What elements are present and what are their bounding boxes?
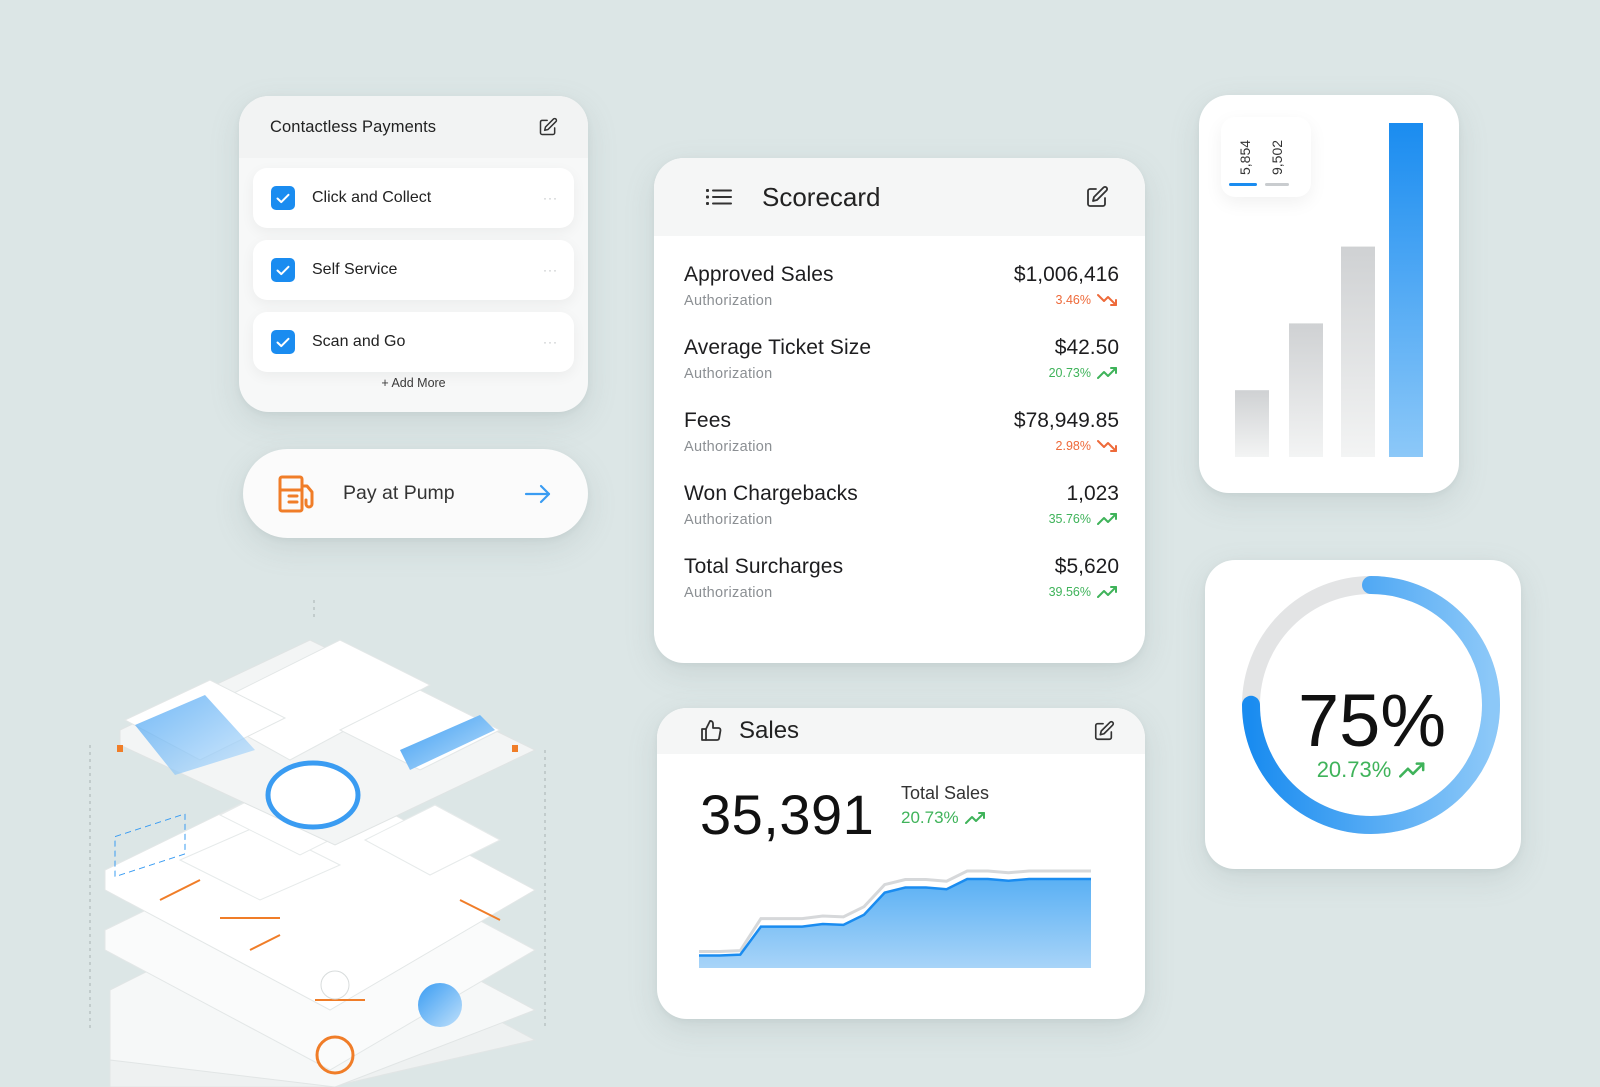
sales-title: Sales xyxy=(739,717,800,744)
metric-value: 1,023 xyxy=(1066,482,1119,505)
metric-subtitle: Authorization xyxy=(684,585,773,601)
metric-value: $78,949.85 xyxy=(1013,409,1119,432)
edit-icon[interactable] xyxy=(1093,720,1115,742)
trend-up-icon xyxy=(1097,513,1117,525)
trend-up-icon xyxy=(1097,586,1117,598)
scorecard-row[interactable]: Won Chargebacks Authorization 1,023 35.76% xyxy=(684,482,1119,555)
list-icon[interactable] xyxy=(706,187,732,207)
scorecard-row-left: Average Ticket Size Authorization xyxy=(684,336,871,409)
option-label: Click and Collect xyxy=(312,189,432,206)
metric-change-value: 2.98% xyxy=(1055,439,1091,453)
total-sales-label: Total Sales xyxy=(901,783,990,803)
contactless-header: Contactless Payments xyxy=(239,96,588,158)
bar-3 xyxy=(1341,246,1375,457)
checkbox-checked[interactable] xyxy=(271,258,295,282)
sales-change-value: 20.73% xyxy=(901,808,959,827)
sales-area-chart xyxy=(699,869,1091,968)
bar-4 xyxy=(1389,123,1423,457)
scorecard-row-left: Fees Authorization xyxy=(684,409,773,482)
arrow-right-icon[interactable] xyxy=(524,484,552,504)
metric-value: $1,006,416 xyxy=(1013,263,1119,286)
scorecard-row-right: $1,006,416 3.46% xyxy=(1014,263,1119,336)
fuel-pump-icon xyxy=(278,475,314,512)
metric-name: Won Chargebacks xyxy=(684,482,858,505)
option-label: Scan and Go xyxy=(312,333,406,350)
checkbox-checked[interactable] xyxy=(271,330,295,354)
thumbs-up-icon xyxy=(701,720,722,741)
bar-chart xyxy=(1235,123,1423,457)
metric-value: $42.50 xyxy=(1054,336,1119,359)
gauge-change: 20.73% xyxy=(1205,757,1521,783)
metric-change: 20.73% xyxy=(1049,366,1119,380)
trend-up-icon xyxy=(1399,762,1425,778)
edit-icon[interactable] xyxy=(538,117,558,137)
metric-subtitle: Authorization xyxy=(684,512,773,528)
metric-subtitle: Authorization xyxy=(684,293,773,309)
scorecard-row-left: Won Chargebacks Authorization xyxy=(684,482,858,555)
metric-change-value: 35.76% xyxy=(1048,512,1091,526)
scorecard-header: Scorecard xyxy=(654,158,1145,236)
isometric-layers-illustration xyxy=(89,600,546,1087)
checkbox-checked[interactable] xyxy=(271,186,295,210)
metric-name: Total Surcharges xyxy=(684,555,844,578)
scorecard-row-right: $5,620 39.56% xyxy=(1049,555,1119,628)
scorecard-row-left: Total Surcharges Authorization xyxy=(684,555,843,628)
add-more-link[interactable]: + Add More xyxy=(253,376,574,390)
scorecard-row[interactable]: Approved Sales Authorization $1,006,416 3.4… xyxy=(684,263,1119,336)
bar-1 xyxy=(1235,390,1269,457)
more-options-icon[interactable]: ··· xyxy=(543,191,558,205)
trend-up-icon xyxy=(1097,367,1117,379)
trend-up-icon xyxy=(964,812,985,824)
sales-card: Sales 35,391 Total Sales 20.73% xyxy=(657,708,1145,1019)
metric-change-value: 39.56% xyxy=(1048,585,1091,599)
more-options-icon[interactable]: ··· xyxy=(543,335,558,349)
metric-change: 39.56% xyxy=(1049,585,1119,599)
scorecard-row[interactable]: Average Ticket Size Authorization $42.50 20… xyxy=(684,336,1119,409)
contactless-payments-card: Contactless Payments Click and Collect ·… xyxy=(239,96,588,412)
scorecard-row-right: $42.50 20.73% xyxy=(1049,336,1119,409)
metric-change-value: 3.46% xyxy=(1055,293,1091,307)
scorecard-card: Scorecard Approved Sales Authorization $1,… xyxy=(654,158,1145,663)
sales-header: Sales xyxy=(657,708,1145,754)
metric-change: 35.76% xyxy=(1049,512,1119,526)
scorecard-title: Scorecard xyxy=(762,181,881,212)
scorecard-row-right: 1,023 35.76% xyxy=(1049,482,1119,555)
scorecard-list: Approved Sales Authorization $1,006,416 3.4… xyxy=(654,236,1145,628)
scorecard-row-left: Approved Sales Authorization xyxy=(684,263,834,336)
option-click-and-collect[interactable]: Click and Collect ··· xyxy=(253,168,574,228)
sales-total-value: 35,391 xyxy=(700,783,875,846)
gauge-change-value: 20.73% xyxy=(1316,757,1392,782)
gauge-percent: 75% xyxy=(1297,679,1447,762)
option-label: Self Service xyxy=(312,261,398,278)
metric-subtitle: Authorization xyxy=(684,439,773,455)
sales-change: 20.73% xyxy=(901,808,987,828)
metric-change: 3.46% xyxy=(1014,293,1119,307)
gauge-card: 75% 20.73% xyxy=(1205,560,1521,869)
metric-change-value: 20.73% xyxy=(1048,366,1091,380)
option-scan-and-go[interactable]: Scan and Go ··· xyxy=(253,312,574,372)
metric-name: Fees xyxy=(684,409,732,432)
scorecard-row-right: $78,949.85 2.98% xyxy=(1014,409,1119,482)
metric-change: 2.98% xyxy=(1014,439,1119,453)
scorecard-row[interactable]: Fees Authorization $78,949.85 2.98% xyxy=(684,409,1119,482)
pay-at-pump-card[interactable]: Pay at Pump xyxy=(243,449,588,538)
metric-subtitle: Authorization xyxy=(684,366,773,382)
contactless-title: Contactless Payments xyxy=(270,117,437,136)
metric-value: $5,620 xyxy=(1054,555,1119,578)
more-options-icon[interactable]: ··· xyxy=(543,263,558,277)
option-self-service[interactable]: Self Service ··· xyxy=(253,240,574,300)
edit-icon[interactable] xyxy=(1085,185,1109,209)
scorecard-row[interactable]: Total Surcharges Authorization $5,620 39.56… xyxy=(684,555,1119,628)
bar-2 xyxy=(1289,323,1323,457)
bar-chart-card: 5,854 9,502 xyxy=(1199,95,1459,493)
trend-down-icon xyxy=(1097,294,1117,306)
trend-down-icon xyxy=(1097,440,1117,452)
pay-at-pump-label: Pay at Pump xyxy=(343,482,455,504)
metric-name: Average Ticket Size xyxy=(684,336,872,359)
metric-name: Approved Sales xyxy=(684,263,834,286)
